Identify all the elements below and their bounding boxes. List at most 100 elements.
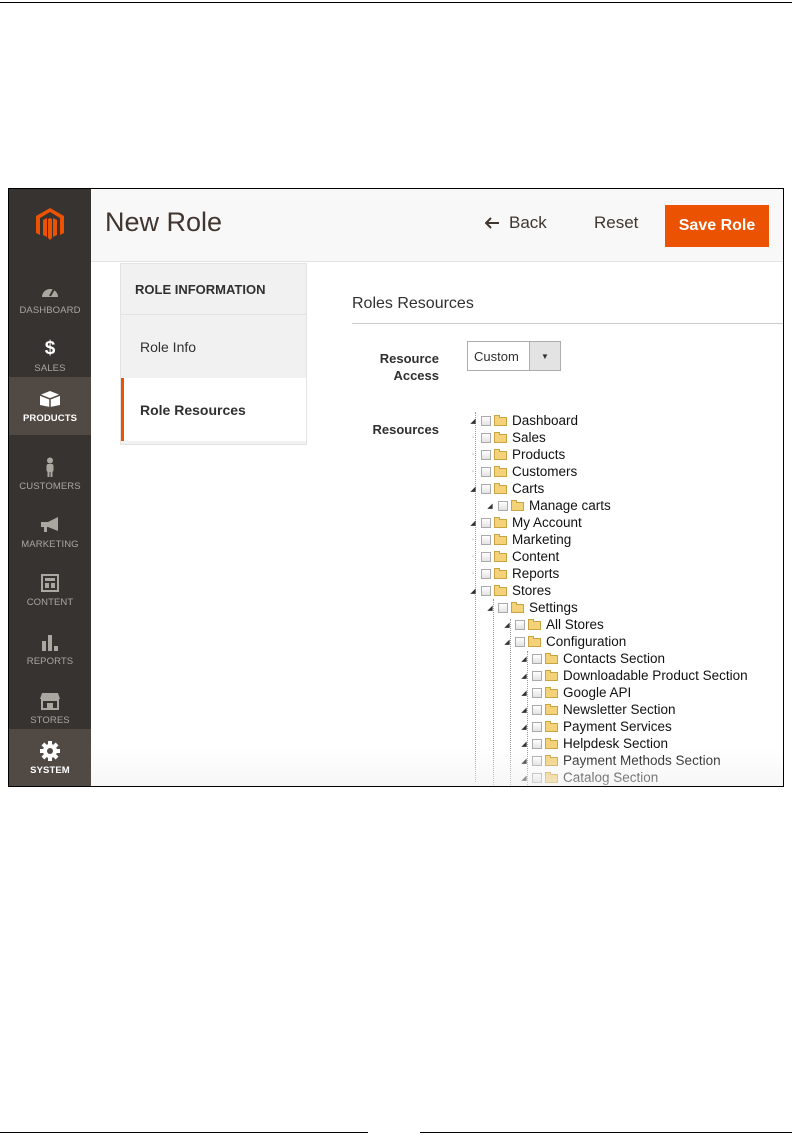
expanded-toggle-icon[interactable]: ◢ bbox=[519, 752, 529, 769]
tree-node[interactable]: ◢ Manage carts bbox=[485, 497, 611, 514]
tree-checkbox[interactable] bbox=[481, 483, 491, 494]
tree-checkbox[interactable] bbox=[498, 602, 508, 613]
nav-dashboard[interactable]: DASHBOARD bbox=[9, 269, 91, 327]
expanded-toggle-icon[interactable]: ◢ bbox=[519, 684, 529, 701]
expanded-toggle-icon[interactable]: ◢ bbox=[519, 667, 529, 684]
tree-checkbox[interactable] bbox=[481, 449, 491, 460]
folder-icon bbox=[545, 721, 558, 732]
tree-checkbox[interactable] bbox=[481, 551, 491, 562]
admin-screenshot: DASHBOARD $ SALES PRODUCTS CUSTOMERS MAR… bbox=[8, 188, 784, 787]
tab-role-resources[interactable]: Role Resources bbox=[121, 378, 306, 441]
tree-node[interactable]: ◢ Settings bbox=[485, 599, 578, 616]
tree-node-label: Customers bbox=[512, 464, 578, 479]
nav-customers[interactable]: CUSTOMERS bbox=[9, 445, 91, 503]
tree-checkbox[interactable] bbox=[532, 704, 542, 715]
tree-node[interactable]: · Content bbox=[468, 548, 559, 565]
tree-checkbox[interactable] bbox=[515, 636, 525, 647]
tree-node[interactable]: ◢ All Stores bbox=[502, 616, 604, 633]
tabs-title: ROLE INFORMATION bbox=[135, 282, 266, 297]
tree-node[interactable]: ◢ Dashboard bbox=[468, 412, 578, 429]
collapsed-toggle-icon[interactable]: · bbox=[468, 548, 478, 565]
collapsed-toggle-icon[interactable]: · bbox=[468, 565, 478, 582]
tree-checkbox[interactable] bbox=[532, 738, 542, 749]
expanded-toggle-icon[interactable]: ◢ bbox=[485, 497, 495, 514]
expanded-toggle-icon[interactable]: ◢ bbox=[519, 718, 529, 735]
folder-icon bbox=[528, 636, 541, 647]
expanded-toggle-icon[interactable]: ◢ bbox=[485, 599, 495, 616]
nav-label: MARKETING bbox=[21, 538, 79, 550]
tree-node[interactable]: ◢ Downloadable Product Section bbox=[519, 667, 747, 684]
person-icon bbox=[44, 457, 56, 477]
tree-node[interactable]: ◢ Newsletter Section bbox=[519, 701, 675, 718]
tree-node[interactable]: ◢ My Account bbox=[468, 514, 582, 531]
tree-node-label: My Account bbox=[512, 515, 582, 530]
nav-label: DASHBOARD bbox=[19, 304, 81, 316]
tab-role-info[interactable]: Role Info bbox=[121, 315, 306, 378]
tree-checkbox[interactable] bbox=[481, 585, 491, 596]
tree-node[interactable]: · Products bbox=[468, 446, 565, 463]
tree-checkbox[interactable] bbox=[481, 415, 491, 426]
tree-node-label: All Stores bbox=[546, 617, 604, 632]
nav-marketing[interactable]: MARKETING bbox=[9, 503, 91, 561]
tree-node[interactable]: ◢ Configuration bbox=[502, 633, 626, 650]
tree-node[interactable]: ◢ Catalog Section bbox=[519, 769, 658, 786]
expanded-toggle-icon[interactable]: ◢ bbox=[519, 735, 529, 752]
tree-checkbox[interactable] bbox=[481, 568, 491, 579]
tree-node[interactable]: ◢ Contacts Section bbox=[519, 650, 665, 667]
chevron-down-icon[interactable]: ▼ bbox=[529, 342, 560, 370]
page-header: New Role Back Reset Save Role bbox=[91, 189, 783, 262]
expanded-toggle-icon[interactable]: ◢ bbox=[519, 769, 529, 786]
expanded-toggle-icon[interactable]: ◢ bbox=[468, 514, 478, 531]
resource-access-select[interactable]: Custom ▼ bbox=[467, 341, 561, 371]
folder-icon bbox=[511, 602, 524, 613]
tree-node[interactable]: ◢ Stores bbox=[468, 582, 551, 599]
tree-checkbox[interactable] bbox=[532, 755, 542, 766]
collapsed-toggle-icon[interactable]: · bbox=[468, 463, 478, 480]
tree-node[interactable]: · Reports bbox=[468, 565, 559, 582]
expanded-toggle-icon[interactable]: ◢ bbox=[502, 633, 512, 650]
tree-node[interactable]: · Customers bbox=[468, 463, 577, 480]
tree-checkbox[interactable] bbox=[532, 653, 542, 664]
tree-node[interactable]: ◢ Carts bbox=[468, 480, 544, 497]
nav-label: REPORTS bbox=[26, 655, 74, 667]
tree-checkbox[interactable] bbox=[481, 466, 491, 477]
tree-node[interactable]: ◢ Payment Methods Section bbox=[519, 752, 720, 769]
save-role-button[interactable]: Save Role bbox=[665, 205, 769, 247]
magento-logo[interactable] bbox=[9, 189, 91, 259]
tree-node[interactable]: ◢ Helpdesk Section bbox=[519, 735, 668, 752]
tree-node[interactable]: · Sales bbox=[468, 429, 546, 446]
reset-button[interactable]: Reset bbox=[594, 213, 638, 233]
tree-node[interactable]: ◢ Payment Services bbox=[519, 718, 672, 735]
layout-icon bbox=[41, 573, 59, 593]
back-button[interactable]: Back bbox=[485, 213, 547, 233]
tree-checkbox[interactable] bbox=[532, 772, 542, 783]
tree-checkbox[interactable] bbox=[481, 534, 491, 545]
tree-checkbox[interactable] bbox=[532, 670, 542, 681]
tree-checkbox[interactable] bbox=[498, 500, 508, 511]
nav-content[interactable]: CONTENT bbox=[9, 561, 91, 619]
tree-checkbox[interactable] bbox=[481, 517, 491, 528]
tree-node-label: Reports bbox=[512, 566, 560, 581]
nav-reports[interactable]: REPORTS bbox=[9, 620, 91, 678]
tree-node-label: Configuration bbox=[546, 634, 627, 649]
tree-node-label: Settings bbox=[529, 600, 578, 615]
tree-node[interactable]: · Marketing bbox=[468, 531, 571, 548]
expanded-toggle-icon[interactable]: ◢ bbox=[468, 412, 478, 429]
expanded-toggle-icon[interactable]: ◢ bbox=[468, 480, 478, 497]
expanded-toggle-icon[interactable]: ◢ bbox=[519, 701, 529, 718]
tree-node[interactable]: ◢ Google API bbox=[519, 684, 631, 701]
collapsed-toggle-icon[interactable]: · bbox=[468, 446, 478, 463]
folder-icon bbox=[545, 772, 558, 783]
tree-checkbox[interactable] bbox=[532, 721, 542, 732]
nav-system[interactable]: SYSTEM bbox=[9, 729, 91, 786]
tree-checkbox[interactable] bbox=[532, 687, 542, 698]
expanded-toggle-icon[interactable]: ◢ bbox=[519, 650, 529, 667]
collapsed-toggle-icon[interactable]: · bbox=[468, 429, 478, 446]
collapsed-toggle-icon[interactable]: · bbox=[468, 531, 478, 548]
expanded-toggle-icon[interactable]: ◢ bbox=[502, 616, 512, 633]
nav-products[interactable]: PRODUCTS bbox=[9, 377, 91, 435]
tree-checkbox[interactable] bbox=[515, 619, 525, 630]
folder-icon bbox=[494, 449, 507, 460]
tree-checkbox[interactable] bbox=[481, 432, 491, 443]
expanded-toggle-icon[interactable]: ◢ bbox=[468, 582, 478, 599]
